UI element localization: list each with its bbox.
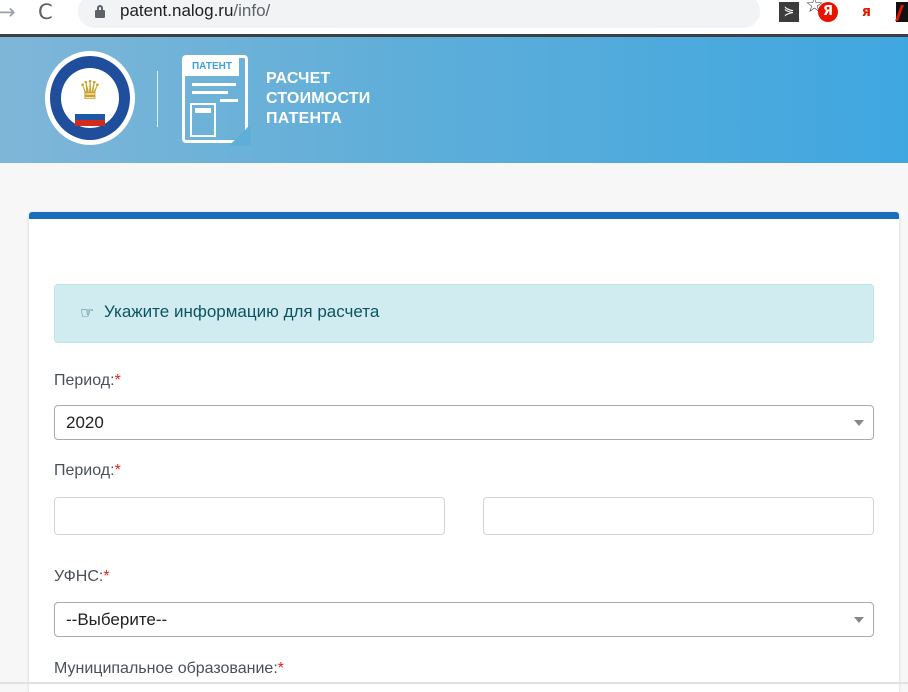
ufns-select-value: --Выберите-- — [66, 610, 167, 630]
calculation-form-card: ☞ Укажите информацию для расчета Период:… — [29, 212, 899, 692]
required-mark: * — [115, 372, 121, 389]
pointing-hand-icon: ☞ — [80, 304, 98, 322]
eagle-icon: ♛ — [74, 75, 106, 107]
page-title[interactable]: РАСЧЕТ СТОИМОСТИ ПАТЕНТА — [266, 69, 370, 129]
fns-emblem-logo[interactable]: ♛ — [45, 51, 135, 145]
extension-icon[interactable] — [896, 2, 908, 22]
dropdown-arrow-icon — [854, 420, 864, 426]
period-select-value: 2020 — [66, 413, 104, 433]
period-end-input[interactable] — [483, 497, 874, 535]
site-header: ♛ ПАТЕНТ РАСЧЕТ СТОИМОСТИ ПАТЕНТА — [0, 37, 908, 163]
required-mark: * — [115, 462, 121, 479]
ufns-select[interactable]: --Выберите-- — [54, 602, 874, 637]
forward-arrow-icon[interactable]: → — [0, 0, 16, 24]
period2-label: Период:* — [54, 462, 121, 480]
title-line: ПАТЕНТА — [266, 109, 370, 129]
reload-icon[interactable]: C — [38, 0, 53, 24]
info-alert: ☞ Укажите информацию для расчета — [54, 284, 874, 343]
lock-icon[interactable] — [95, 5, 105, 17]
russian-flag-icon — [75, 108, 105, 126]
yandex-text-icon[interactable]: я — [862, 2, 871, 22]
required-mark: * — [103, 568, 109, 585]
patent-badge: ПАТЕНТ — [185, 58, 239, 76]
ufns-label: УФНС:* — [54, 568, 110, 586]
required-mark: * — [278, 660, 284, 677]
patent-document-icon: ПАТЕНТ — [182, 55, 248, 143]
period-label: Период:* — [54, 372, 121, 390]
url-path: /info/ — [233, 1, 270, 20]
browser-toolbar: → C patent.nalog.ru/info/ ☆ ⋟ Я я — [0, 0, 908, 37]
info-message: Укажите информацию для расчета — [104, 302, 379, 322]
extension-icon[interactable]: ⋟ — [779, 2, 799, 22]
address-bar[interactable]: patent.nalog.ru/info/ ☆ — [78, 0, 760, 28]
title-line: СТОИМОСТИ — [266, 89, 370, 109]
url-host: patent.nalog.ru — [120, 1, 233, 20]
url-text[interactable]: patent.nalog.ru/info/ — [120, 1, 270, 21]
dropdown-arrow-icon — [854, 617, 864, 623]
municipal-label: Муниципальное образование:* — [54, 660, 284, 678]
period-start-input[interactable] — [54, 497, 445, 535]
calculator-icon — [190, 103, 216, 137]
period-select[interactable]: 2020 — [54, 405, 874, 440]
yandex-icon[interactable]: Я — [818, 2, 838, 22]
header-divider — [157, 71, 158, 127]
title-line: РАСЧЕТ — [266, 69, 370, 89]
